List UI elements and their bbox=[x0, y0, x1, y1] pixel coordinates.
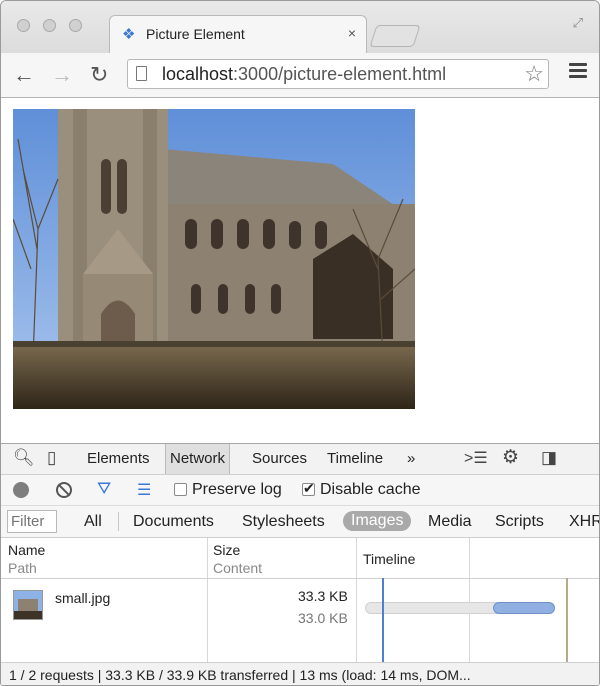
preserve-log-label: Preserve log bbox=[192, 481, 282, 498]
tab-strip: ❖ Picture Element × ⤢ bbox=[1, 1, 599, 53]
image-thumbnail bbox=[13, 590, 43, 620]
tab-sources[interactable]: Sources bbox=[252, 450, 307, 467]
back-icon[interactable]: ← bbox=[13, 62, 35, 88]
tab-network[interactable]: Network bbox=[165, 444, 231, 474]
filter-media[interactable]: Media bbox=[428, 513, 472, 531]
row-content: 33.0 KB bbox=[298, 610, 348, 626]
new-tab-button[interactable] bbox=[369, 25, 421, 47]
tab-title: Picture Element bbox=[146, 26, 245, 42]
tab-elements[interactable]: Elements bbox=[87, 450, 150, 467]
devtools-panel: 🔍︎ ▯ Elements Network Sources Timeline »… bbox=[1, 443, 599, 685]
code-icon: ❖ bbox=[122, 26, 136, 43]
address-bar[interactable]: localhost:3000/picture-element.html ☆ bbox=[127, 59, 549, 89]
page-content bbox=[1, 98, 599, 443]
disable-cache-label: Disable cache bbox=[320, 481, 421, 498]
fullscreen-icon[interactable]: ⤢ bbox=[573, 15, 583, 31]
row-size: 33.3 KB bbox=[298, 588, 348, 604]
church-photo bbox=[13, 109, 415, 409]
filter-stylesheets[interactable]: Stylesheets bbox=[242, 513, 325, 531]
url-text[interactable]: localhost:3000/picture-element.html bbox=[162, 64, 446, 85]
timeline-bar[interactable] bbox=[493, 602, 555, 614]
minimize-window-button[interactable] bbox=[43, 19, 56, 32]
status-summary: 1 / 2 requests | 33.3 KB / 33.9 KB trans… bbox=[9, 667, 471, 683]
url-path: :3000/picture-element.html bbox=[233, 64, 447, 84]
header-content[interactable]: Content bbox=[213, 560, 262, 576]
filter-funnel-icon[interactable]: ⛛ bbox=[97, 479, 111, 499]
search-icon[interactable]: 🔍︎ bbox=[13, 448, 35, 468]
browser-toolbar: ← → ↻ localhost:3000/picture-element.htm… bbox=[1, 53, 599, 98]
menu-icon[interactable] bbox=[569, 63, 587, 81]
header-timeline[interactable]: Timeline bbox=[363, 551, 415, 567]
device-mode-icon[interactable]: ▯ bbox=[47, 448, 56, 468]
reload-icon[interactable]: ↻ bbox=[90, 62, 108, 88]
preserve-log-checkbox[interactable] bbox=[174, 483, 187, 496]
filter-xhr[interactable]: XHR bbox=[569, 513, 599, 531]
filter-all[interactable]: All bbox=[84, 513, 102, 531]
load-marker bbox=[566, 578, 568, 662]
header-divider bbox=[1, 578, 599, 579]
url-host: localhost bbox=[162, 64, 234, 84]
console-drawer-icon[interactable]: >☰ bbox=[464, 448, 488, 468]
disable-cache-checkbox[interactable] bbox=[302, 480, 315, 497]
row-name[interactable]: small.jpg bbox=[55, 590, 110, 606]
header-path[interactable]: Path bbox=[8, 560, 37, 576]
status-bar: 1 / 2 requests | 33.3 KB / 33.9 KB trans… bbox=[1, 662, 599, 685]
dom-content-loaded-marker bbox=[382, 578, 384, 662]
tab-timeline[interactable]: Timeline bbox=[327, 450, 383, 467]
filter-scripts[interactable]: Scripts bbox=[495, 513, 544, 531]
browser-window: ❖ Picture Element × ⤢ ← → ↻ localhost:30… bbox=[0, 0, 600, 686]
filter-input[interactable] bbox=[7, 510, 57, 533]
header-name[interactable]: Name bbox=[8, 542, 45, 558]
page-icon bbox=[136, 66, 147, 81]
close-tab-icon[interactable]: × bbox=[348, 25, 356, 41]
filter-images[interactable]: Images bbox=[343, 511, 412, 531]
tab-picture-element[interactable]: ❖ Picture Element × bbox=[109, 15, 367, 53]
zoom-window-button[interactable] bbox=[69, 19, 82, 32]
close-window-button[interactable] bbox=[17, 19, 30, 32]
more-tabs-icon[interactable]: » bbox=[407, 450, 415, 467]
clear-icon[interactable] bbox=[56, 482, 72, 498]
bookmark-star-icon[interactable]: ☆ bbox=[524, 61, 544, 87]
filter-divider bbox=[118, 512, 119, 531]
network-toolbar: ⛛ ☰ Preserve log Disable cache bbox=[1, 475, 599, 506]
record-icon[interactable] bbox=[13, 482, 29, 498]
list-view-icon[interactable]: ☰ bbox=[137, 480, 151, 500]
gear-icon[interactable]: ⚙ bbox=[502, 446, 519, 469]
header-size[interactable]: Size bbox=[213, 542, 240, 558]
forward-icon[interactable]: → bbox=[51, 62, 73, 88]
dock-icon[interactable]: ◨ bbox=[541, 448, 557, 468]
filter-documents[interactable]: Documents bbox=[133, 513, 214, 531]
column-divider bbox=[469, 538, 470, 662]
network-table: Name Path Size Content Timeline small.jp… bbox=[1, 538, 599, 662]
filter-bar: All Documents Stylesheets Images Media S… bbox=[1, 506, 599, 538]
column-divider bbox=[356, 538, 357, 662]
devtools-tab-bar: 🔍︎ ▯ Elements Network Sources Timeline »… bbox=[1, 444, 599, 475]
column-divider bbox=[207, 538, 208, 662]
